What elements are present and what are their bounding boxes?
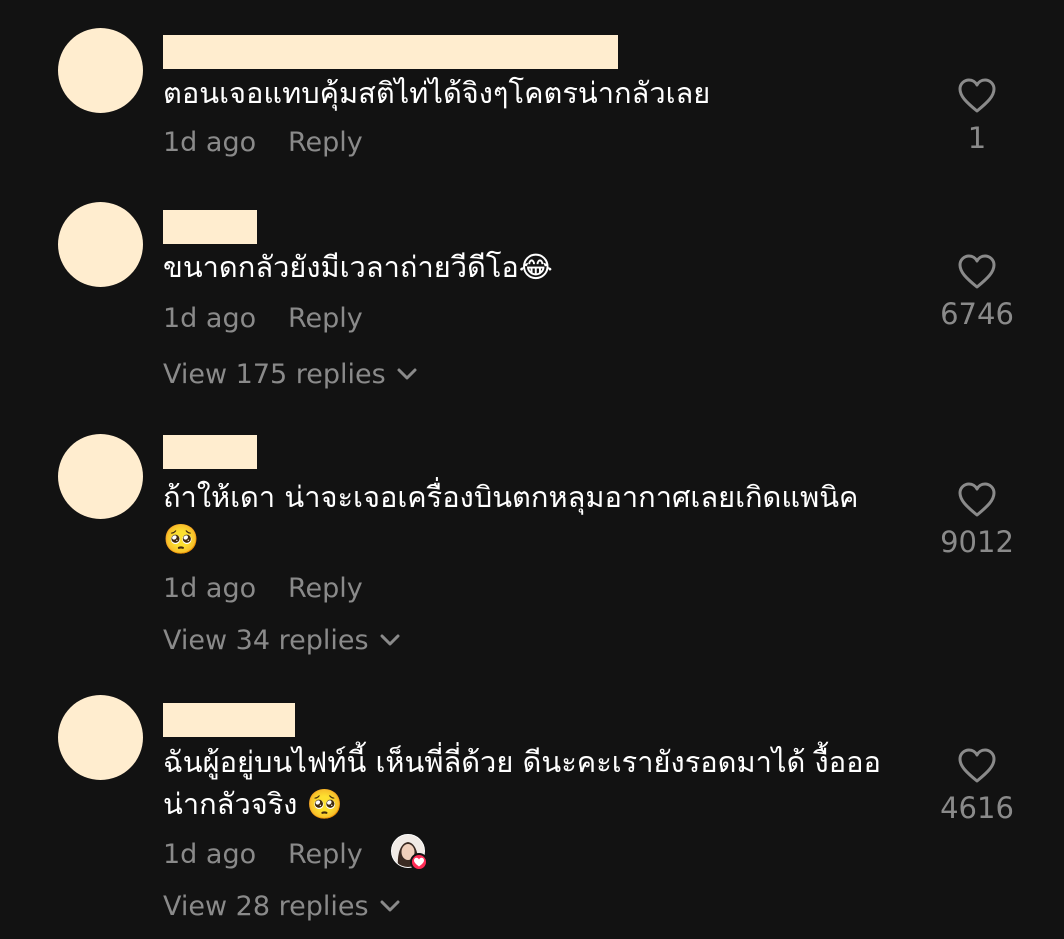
like-control: 4616: [928, 748, 1026, 828]
reply-button[interactable]: Reply: [288, 571, 363, 607]
like-count: 4616: [940, 791, 1014, 825]
reply-button[interactable]: Reply: [288, 837, 363, 873]
chevron-down-icon: [380, 634, 400, 645]
comment-time: 1d ago: [163, 839, 257, 870]
heart-outline-icon[interactable]: [958, 254, 996, 290]
heart-outline-icon[interactable]: [958, 78, 996, 114]
avatar[interactable]: [58, 434, 143, 519]
view-replies-label: View 28 replies: [163, 891, 369, 922]
heart-outline-icon[interactable]: [958, 482, 996, 518]
comment-time: 1d ago: [163, 127, 257, 158]
avatar[interactable]: [58, 202, 143, 287]
like-count: 1: [967, 121, 987, 155]
heart-outline-icon[interactable]: [958, 748, 996, 784]
username-redacted[interactable]: [163, 703, 295, 737]
creator-liked-badge: [391, 834, 429, 872]
username-redacted[interactable]: [163, 435, 257, 469]
view-replies-button[interactable]: View 28 replies: [163, 889, 401, 925]
chevron-down-icon: [397, 368, 417, 379]
view-replies-button[interactable]: View 34 replies: [163, 623, 401, 659]
comment-time: 1d ago: [163, 303, 257, 334]
like-count: 6746: [940, 297, 1014, 331]
comment-text: ฉันผู้อยู่บนไฟท์นี้ เห็นพี่ลี่ด้วย ดีนะค…: [163, 745, 881, 821]
like-control: 1: [928, 78, 1026, 158]
comment-text: ตอนเจอแทบคุ้มสติไท่ได้จิงๆโคตรน่ากลัวเลย: [163, 76, 711, 110]
username-redacted[interactable]: [163, 210, 257, 244]
reply-button[interactable]: Reply: [288, 125, 363, 161]
creator-liked-heart-icon: [410, 853, 428, 871]
comment-text: ขนาดกลัวยังมีเวลาถ่ายวีดีโอ😂: [163, 250, 553, 284]
reply-button[interactable]: Reply: [288, 301, 363, 337]
view-replies-label: View 34 replies: [163, 625, 369, 656]
comment-time: 1d ago: [163, 573, 257, 604]
chevron-down-icon: [380, 900, 400, 911]
view-replies-label: View 175 replies: [163, 359, 386, 390]
like-control: 9012: [928, 482, 1026, 562]
avatar[interactable]: [58, 695, 143, 780]
view-replies-button[interactable]: View 175 replies: [163, 357, 418, 393]
username-redacted[interactable]: [163, 35, 618, 69]
avatar[interactable]: [58, 28, 143, 113]
comment-text: ถ้าให้เดา น่าจะเจอเครื่องบินตกหลุมอากาศเ…: [163, 480, 859, 556]
like-count: 9012: [940, 525, 1014, 559]
like-control: 6746: [928, 254, 1026, 334]
